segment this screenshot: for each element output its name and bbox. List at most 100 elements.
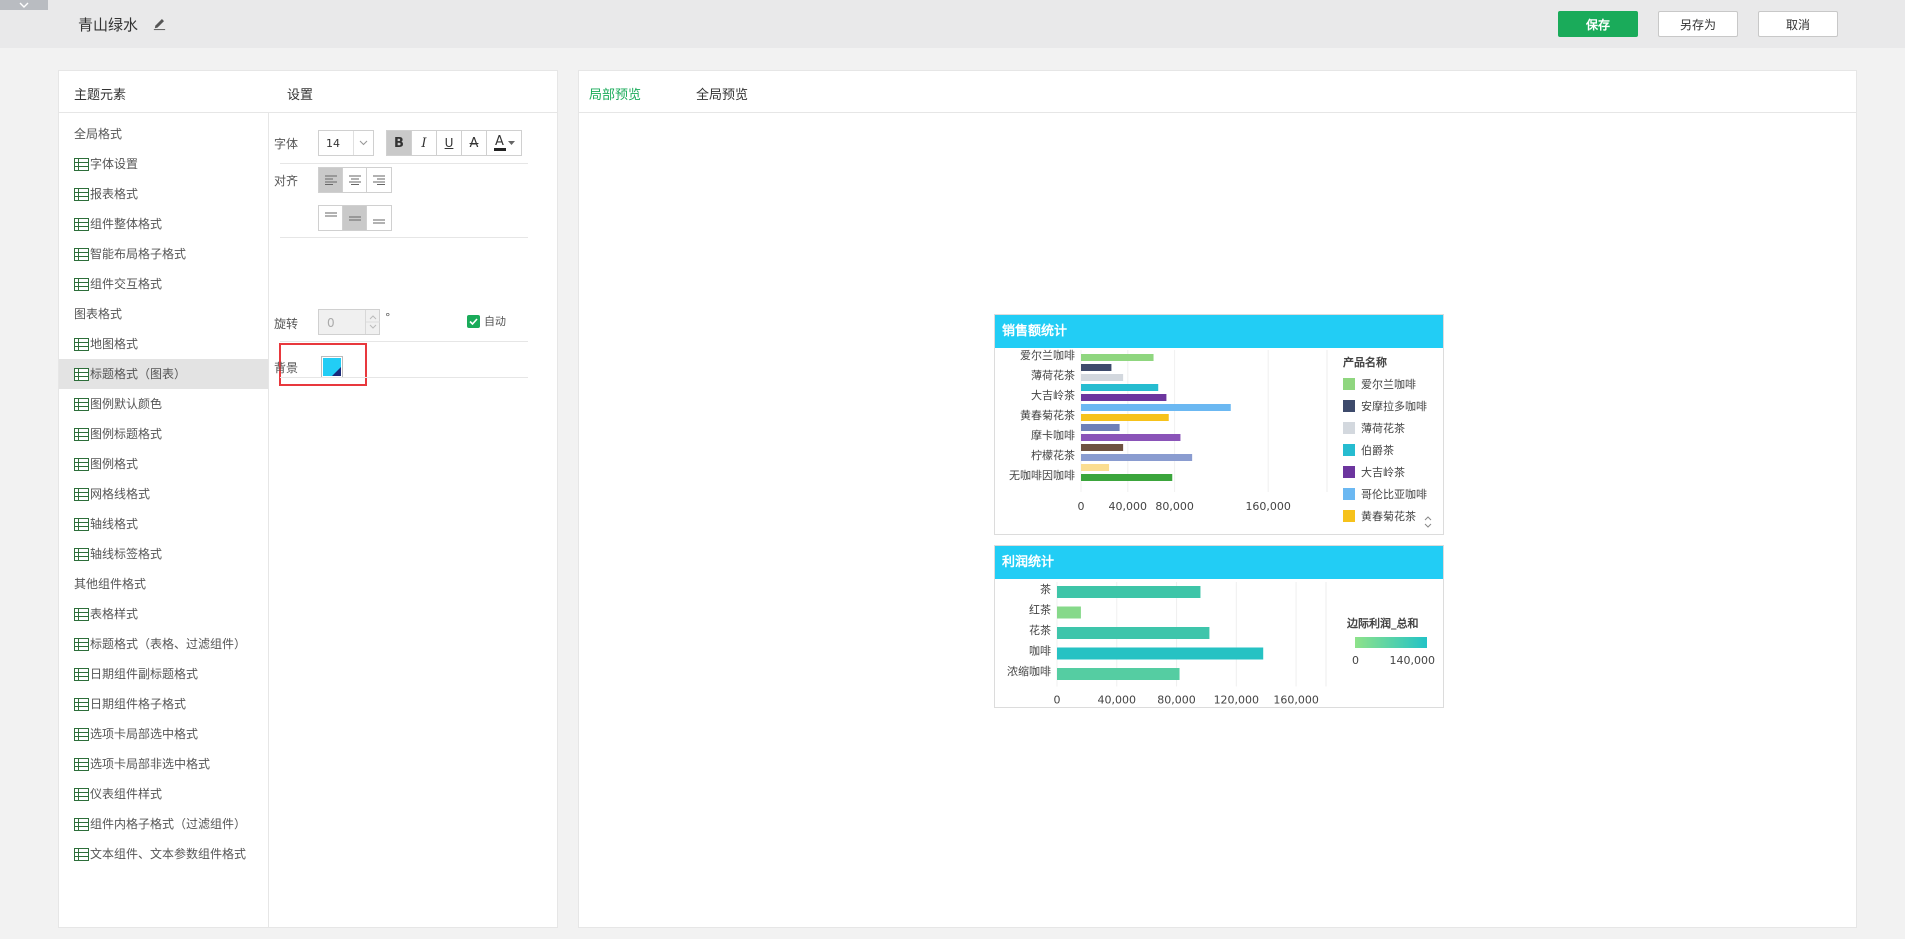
x-tick-label: 160,000 — [1245, 500, 1291, 513]
bar — [1081, 434, 1181, 441]
x-tick-label: 80,000 — [1155, 500, 1194, 513]
tree-item[interactable]: 标题格式（表格、过滤组件） — [59, 629, 268, 659]
y-tick-label: 黄春菊花茶 — [1020, 408, 1075, 422]
align-middle-button[interactable] — [343, 206, 367, 230]
chevron-down-icon — [353, 131, 373, 155]
align-left-icon — [324, 175, 337, 185]
tree-item[interactable]: 字体设置 — [59, 149, 268, 179]
align-center-button[interactable] — [343, 168, 367, 192]
tree-item[interactable]: 地图格式 — [59, 329, 268, 359]
vertical-align-group — [318, 205, 392, 231]
horizontal-align-group — [318, 167, 392, 193]
font-color-button[interactable]: A — [487, 131, 521, 155]
tree-label: 表格样式 — [90, 607, 139, 621]
bar — [1081, 464, 1110, 471]
tree-item[interactable]: 轴线格式 — [59, 509, 268, 539]
align-top-button[interactable] — [319, 206, 343, 230]
tree-item[interactable]: 仪表组件样式 — [59, 779, 268, 809]
tree-label: 智能布局格子格式 — [90, 247, 187, 261]
underline-button[interactable]: U — [437, 131, 462, 155]
rotate-value: 0 — [327, 316, 335, 330]
legend-label: 安摩拉多咖啡 — [1361, 399, 1427, 413]
tree-item[interactable]: 组件交互格式 — [59, 269, 268, 299]
strikethrough-button[interactable]: A — [462, 131, 487, 155]
list-icon — [74, 457, 89, 471]
cancel-button[interactable]: 取消 — [1758, 11, 1838, 37]
auto-label: 自动 — [484, 315, 506, 328]
settings-title: 设置 — [287, 88, 314, 103]
save-as-button[interactable]: 另存为 — [1658, 11, 1738, 37]
tree-label: 其他组件格式 — [74, 577, 147, 591]
auto-checkbox[interactable] — [467, 315, 480, 328]
italic-button[interactable]: I — [412, 131, 437, 155]
bar — [1081, 394, 1167, 401]
tree-item[interactable]: 文本组件、文本参数组件格式 — [59, 839, 268, 869]
tree-label: 图表格式 — [74, 307, 123, 321]
tab-global-preview[interactable]: 全局预览 — [696, 84, 748, 103]
legend-label: 薄荷花茶 — [1361, 421, 1405, 435]
align-bottom-button[interactable] — [367, 206, 391, 230]
tree-item[interactable]: 选项卡局部选中格式 — [59, 719, 268, 749]
preview-tabs: 局部预览 全局预览 — [579, 71, 1856, 113]
list-icon — [74, 247, 89, 261]
tree-item[interactable]: 日期组件格子格式 — [59, 689, 268, 719]
tree-item[interactable]: 图例标题格式 — [59, 419, 268, 449]
tree-item[interactable]: 标题格式（图表） — [59, 359, 268, 389]
align-top-icon — [324, 212, 337, 217]
profit-bar-chart: 0 40,000 80,000 120,000 160,000 茶红茶花茶咖啡浓缩咖啡 边际… — [1007, 582, 1435, 707]
align-right-icon — [373, 175, 385, 185]
bar — [1081, 474, 1173, 481]
align-right-button[interactable] — [367, 168, 391, 192]
align-middle-icon — [348, 216, 361, 221]
tree-item[interactable]: 选项卡局部非选中格式 — [59, 749, 268, 779]
y-tick-label: 薄荷花茶 — [1031, 368, 1075, 382]
tree-item[interactable]: 日期组件副标题格式 — [59, 659, 268, 689]
tree-label: 选项卡局部非选中格式 — [90, 757, 211, 771]
font-size-select[interactable]: 14 — [318, 130, 374, 156]
tree-item[interactable]: 轴线标签格式 — [59, 539, 268, 569]
legend-label: 哥伦比亚咖啡 — [1361, 487, 1427, 501]
tree-item[interactable]: 表格样式 — [59, 599, 268, 629]
tree-item[interactable]: 组件整体格式 — [59, 209, 268, 239]
list-icon — [74, 337, 89, 351]
rotate-input[interactable]: 0 — [318, 309, 380, 335]
list-icon — [74, 817, 89, 831]
tree-group-label: 图表格式 — [59, 299, 268, 329]
tree-item[interactable]: 图例格式 — [59, 449, 268, 479]
tab-local-preview[interactable]: 局部预览 — [589, 84, 641, 103]
tree-item[interactable]: 图例默认颜色 — [59, 389, 268, 419]
tree-item[interactable]: 网格线格式 — [59, 479, 268, 509]
x-tick-label: 80,000 — [1157, 694, 1196, 707]
tree-group-label: 全局格式 — [59, 119, 268, 149]
align-left-button[interactable] — [319, 168, 343, 192]
chevron-down-icon — [19, 2, 29, 8]
tree-item[interactable]: 智能布局格子格式 — [59, 239, 268, 269]
y-tick-label: 柠檬花茶 — [1031, 448, 1075, 462]
y-tick-label: 大吉岭茶 — [1031, 388, 1075, 402]
save-button[interactable]: 保存 — [1558, 11, 1638, 37]
y-tick-label: 无咖啡因咖啡 — [1009, 468, 1075, 482]
tree-item[interactable]: 组件内格子格式（过滤组件） — [59, 809, 268, 839]
x-tick-label: 40,000 — [1109, 500, 1148, 513]
caret-down-icon — [507, 140, 515, 145]
list-icon — [74, 217, 89, 231]
align-label: 对齐 — [274, 174, 299, 188]
bold-button[interactable]: B — [387, 131, 412, 155]
pencil-icon[interactable] — [152, 16, 167, 31]
list-icon — [74, 277, 89, 291]
profit-chart-card: 利润统计 0 40,000 80,000 120,000 160,000 茶红茶 花茶 咖啡浓… — [994, 545, 1444, 708]
list-icon — [74, 637, 89, 651]
bar — [1057, 627, 1210, 639]
background-color-picker[interactable] — [321, 356, 343, 378]
check-icon — [469, 318, 478, 325]
list-icon — [74, 847, 89, 861]
tree-item[interactable]: 报表格式 — [59, 179, 268, 209]
list-icon — [74, 427, 89, 441]
degree-symbol: ° — [385, 311, 391, 324]
collapse-toggle[interactable] — [0, 0, 48, 10]
list-icon — [74, 487, 89, 501]
tree-label: 轴线标签格式 — [90, 547, 163, 561]
rotate-stepper[interactable] — [365, 310, 380, 334]
list-icon — [74, 757, 89, 771]
color-picker-corner — [332, 367, 341, 376]
